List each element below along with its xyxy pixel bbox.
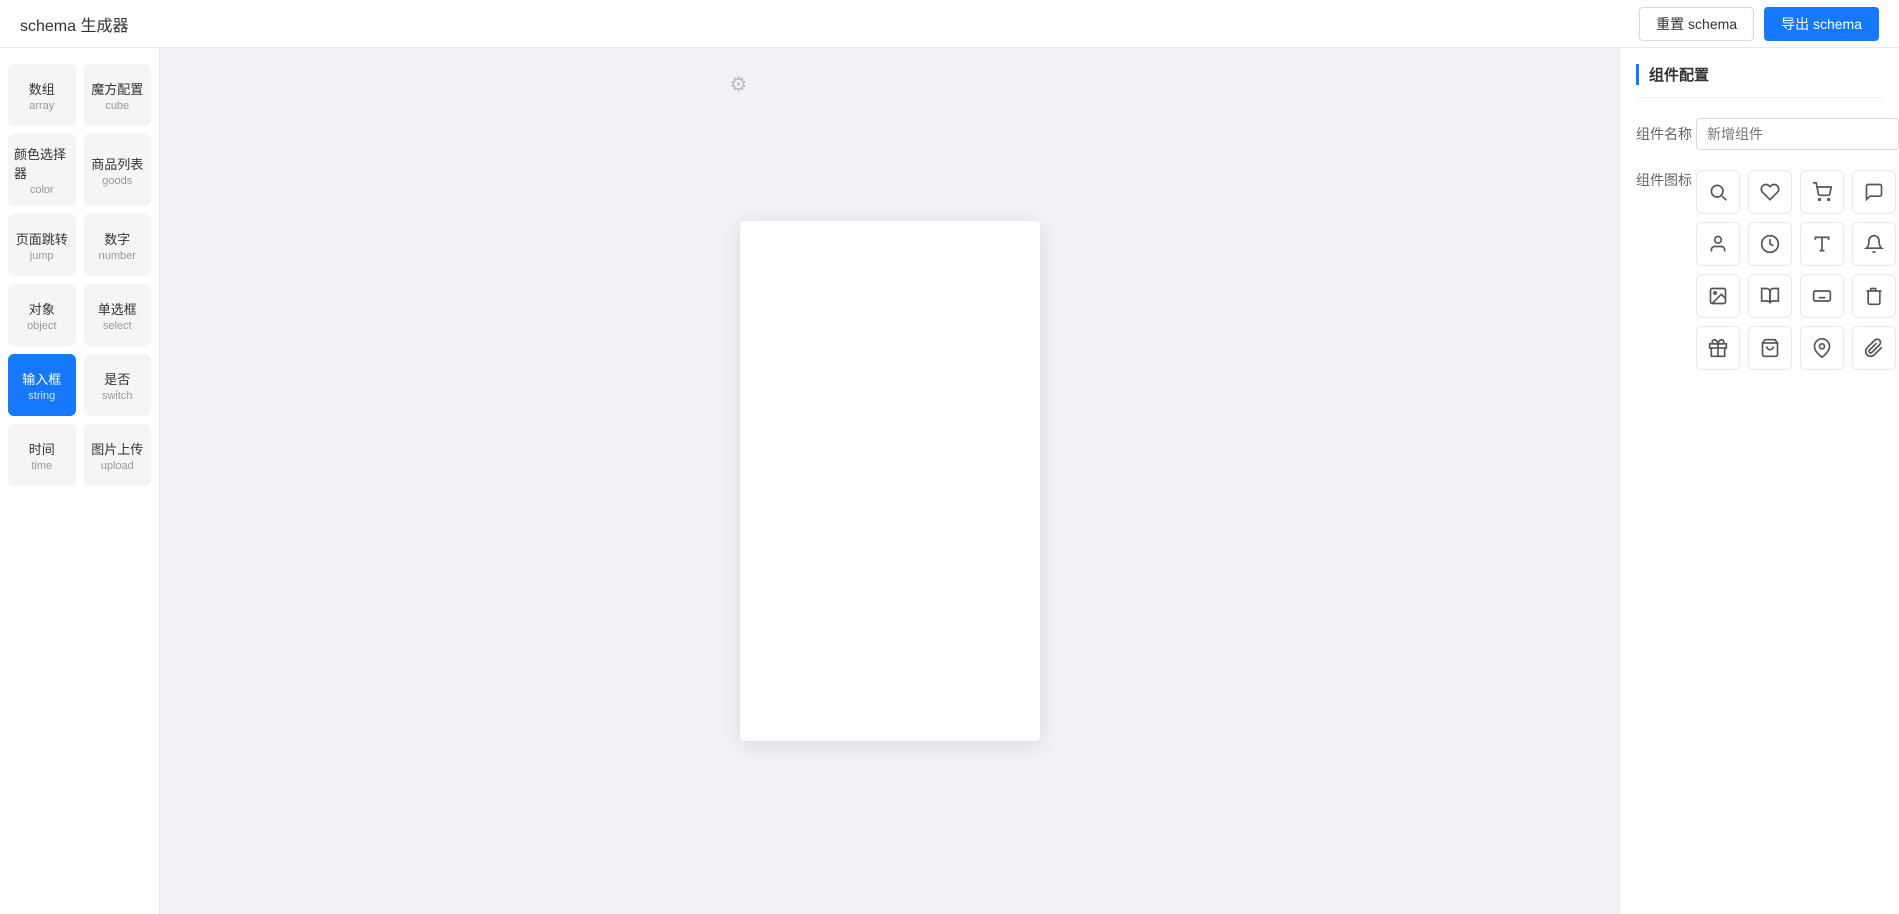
sidebar-label-cube: 魔方配置	[91, 79, 143, 98]
app-title: schema 生成器	[20, 12, 128, 36]
sidebar-label-jump: 页面跳转	[16, 229, 68, 248]
sidebar-item-time[interactable]: 时间 time	[8, 424, 76, 486]
icon-cell-keyboard[interactable]	[1800, 274, 1844, 318]
sidebar-sub-color: color	[30, 184, 54, 196]
icon-cell-user[interactable]	[1696, 222, 1740, 266]
sidebar-sub-number: number	[99, 250, 136, 262]
sidebar-item-jump[interactable]: 页面跳转 jump	[8, 214, 76, 276]
header-actions: 重置 schema 导出 schema	[1639, 7, 1879, 41]
sidebar-sub-upload: upload	[101, 460, 134, 472]
icon-cell-bell[interactable]	[1852, 222, 1896, 266]
sidebar-item-array[interactable]: 数组 array	[8, 64, 76, 126]
sidebar-sub-object: object	[27, 320, 56, 332]
icon-cell-gift[interactable]	[1696, 326, 1740, 370]
main-layout: 数组 array 魔方配置 cube 颜色选择器 color 商品列表 good…	[0, 0, 1899, 914]
icon-cell-clip[interactable]	[1852, 326, 1896, 370]
reset-schema-button[interactable]: 重置 schema	[1639, 7, 1754, 41]
icon-cell-clock[interactable]	[1748, 222, 1792, 266]
component-name-label: 组件名称	[1636, 124, 1696, 144]
settings-icon[interactable]: ⚙	[730, 72, 748, 97]
right-panel-header: 组件配置	[1636, 64, 1883, 98]
sidebar-label-upload: 图片上传	[91, 439, 143, 458]
icon-cell-pin[interactable]	[1800, 326, 1844, 370]
right-panel-title: 组件配置	[1636, 64, 1709, 85]
sidebar-sub-cube: cube	[105, 100, 129, 112]
sidebar-sub-array: array	[29, 100, 54, 112]
header: schema 生成器 重置 schema 导出 schema	[0, 0, 1899, 48]
sidebar-item-string[interactable]: 输入框 string	[8, 354, 76, 416]
sidebar-label-object: 对象	[29, 299, 55, 318]
sidebar-item-color[interactable]: 颜色选择器 color	[8, 134, 76, 206]
sidebar-sub-select: select	[103, 320, 132, 332]
sidebar-label-time: 时间	[29, 439, 55, 458]
sidebar-item-number[interactable]: 数字 number	[84, 214, 152, 276]
sidebar-item-cube[interactable]: 魔方配置 cube	[84, 64, 152, 126]
icon-cell-fav[interactable]	[1748, 170, 1792, 214]
left-sidebar: 数组 array 魔方配置 cube 颜色选择器 color 商品列表 good…	[0, 48, 160, 914]
component-name-input[interactable]	[1696, 118, 1899, 150]
sidebar-label-select: 单选框	[98, 299, 137, 318]
sidebar-label-number: 数字	[104, 229, 130, 248]
sidebar-label-color: 颜色选择器	[14, 144, 70, 182]
icon-cell-msg[interactable]	[1852, 170, 1896, 214]
icon-cell-basket[interactable]	[1748, 326, 1792, 370]
icon-cell-text[interactable]	[1800, 222, 1844, 266]
sidebar-item-switch[interactable]: 是否 switch	[84, 354, 152, 416]
component-name-row: 组件名称	[1636, 118, 1883, 150]
sidebar-sub-time: time	[31, 460, 52, 472]
sidebar-label-goods: 商品列表	[91, 154, 143, 173]
sidebar-item-upload[interactable]: 图片上传 upload	[84, 424, 152, 486]
sidebar-grid: 数组 array 魔方配置 cube 颜色选择器 color 商品列表 good…	[8, 64, 151, 486]
icon-cell-img[interactable]	[1696, 274, 1740, 318]
sidebar-sub-string: string	[28, 390, 55, 402]
export-schema-button[interactable]: 导出 schema	[1764, 7, 1879, 41]
sidebar-label-string: 输入框	[22, 369, 61, 388]
sidebar-sub-switch: switch	[102, 390, 133, 402]
component-icon-row: 组件图标	[1636, 170, 1883, 370]
icon-cell-trash[interactable]	[1852, 274, 1896, 318]
sidebar-sub-goods: goods	[102, 175, 132, 187]
icon-cell-cart[interactable]	[1800, 170, 1844, 214]
sidebar-item-select[interactable]: 单选框 select	[84, 284, 152, 346]
icon-grid	[1696, 170, 1899, 370]
component-icon-label: 组件图标	[1636, 170, 1696, 190]
sidebar-label-switch: 是否	[104, 369, 130, 388]
sidebar-sub-jump: jump	[30, 250, 54, 262]
icon-cell-search[interactable]	[1696, 170, 1740, 214]
right-panel: 组件配置 组件名称 组件图标	[1619, 48, 1899, 914]
icon-cell-book[interactable]	[1748, 274, 1792, 318]
sidebar-label-array: 数组	[29, 79, 55, 98]
sidebar-item-goods[interactable]: 商品列表 goods	[84, 134, 152, 206]
phone-mockup	[740, 221, 1040, 741]
main-canvas: ⚙	[160, 48, 1619, 914]
sidebar-item-object[interactable]: 对象 object	[8, 284, 76, 346]
